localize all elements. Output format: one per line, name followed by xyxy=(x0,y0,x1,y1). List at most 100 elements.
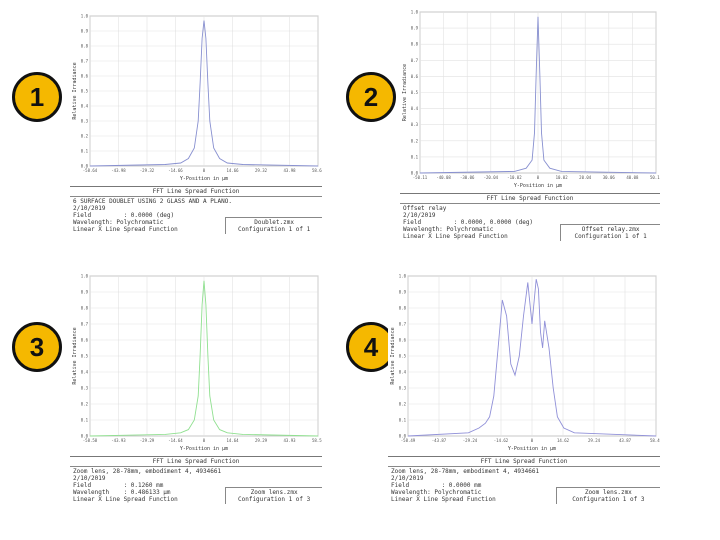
y-tick-label: 0.7 xyxy=(81,59,89,64)
y-tick-label: 0.8 xyxy=(81,44,89,49)
x-tick-label: -20.04 xyxy=(484,175,499,180)
footer-file-line: Configuration 1 of 1 xyxy=(574,233,647,240)
x-tick-label: 43.98 xyxy=(283,168,296,173)
footer-info-line: 2/10/2019 xyxy=(73,205,106,212)
x-tick-label: 30.06 xyxy=(603,175,616,180)
x-tick-label: -43.98 xyxy=(111,168,126,173)
x-tick-label: 50.11 xyxy=(650,175,660,180)
footer-info-line: 2/10/2019 xyxy=(391,475,424,482)
y-tick-label: 1.0 xyxy=(411,10,419,15)
x-tick-label: -14.64 xyxy=(168,438,183,443)
x-axis-label: Y-Position in μm xyxy=(180,446,228,452)
y-tick-label: 0.8 xyxy=(411,42,419,47)
x-tick-label: -14.62 xyxy=(494,438,509,443)
y-tick-label: 0.6 xyxy=(81,338,89,343)
y-tick-label: 0.2 xyxy=(411,138,419,143)
y-tick-label: 0.5 xyxy=(81,354,89,359)
chart-footer: FFT Line Spread Function Offset relay 2/10… xyxy=(400,193,660,241)
x-tick-label: -43.87 xyxy=(432,438,447,443)
x-tick-label: 20.04 xyxy=(579,175,592,180)
x-axis-label: Y-Position in μm xyxy=(180,176,228,182)
y-tick-label: 0.3 xyxy=(411,122,419,127)
y-tick-label: 0.3 xyxy=(81,119,89,124)
y-tick-label: 0.7 xyxy=(411,58,419,63)
x-tick-label: 29.32 xyxy=(255,168,268,173)
y-tick-label: 0.2 xyxy=(399,402,407,407)
chart-panel-1: 1.0 0.9 0.8 0.7 0.6 0.5 0.4 0.3 0.2 0.1 0.0 -58.64-… xyxy=(70,10,322,234)
x-tick-label: 58.64 xyxy=(312,168,322,173)
y-tick-label: 0.9 xyxy=(399,290,407,295)
x-tick-label: 43.87 xyxy=(619,438,632,443)
footer-file-info: Offset relay.zmx Configuration 1 of 1 xyxy=(560,224,660,241)
x-tick-label: -10.02 xyxy=(507,175,522,180)
footer-file-line: Zoom lens.zmx xyxy=(250,489,298,496)
chart-footer: FFT Line Spread Function 6 SURFACE DOUBLE… xyxy=(70,186,322,234)
y-tick-label: 0.1 xyxy=(399,418,407,423)
y-tick-label: 0.5 xyxy=(81,89,89,94)
x-tick-label: -30.06 xyxy=(460,175,475,180)
y-tick-label: 0.8 xyxy=(399,306,407,311)
badge-1: 1 xyxy=(12,72,62,122)
footer-file-info: Zoom lens.zmx Configuration 1 of 3 xyxy=(225,487,322,504)
y-tick-label: 0.4 xyxy=(81,104,89,109)
y-tick-label: 0.4 xyxy=(81,370,89,375)
chart-footer: FFT Line Spread Function Zoom lens, 28-78… xyxy=(388,456,660,504)
y-tick-label: 1.0 xyxy=(81,14,89,19)
x-axis-label: Y-Position in μm xyxy=(508,446,556,452)
x-tick-label: 58.49 xyxy=(650,438,660,443)
y-tick-label: 1.0 xyxy=(399,274,407,279)
x-axis-label: Y-Position in μm xyxy=(514,183,562,189)
footer-file-line: Configuration 1 of 3 xyxy=(572,496,645,503)
y-tick-label: 0.1 xyxy=(81,149,89,154)
footer-file-line: Doublet.zmx xyxy=(254,219,294,226)
y-tick-label: 0.4 xyxy=(411,106,419,111)
y-tick-label: 0.6 xyxy=(399,338,407,343)
y-tick-label: 0.2 xyxy=(81,402,89,407)
x-tick-label: -50.11 xyxy=(413,175,428,180)
y-tick-label: 0.6 xyxy=(81,74,89,79)
footer-info-line: 6 SURFACE DOUBLET USING 2 GLASS AND A PL… xyxy=(73,198,232,205)
footer-file-line: Offset relay.zmx xyxy=(581,226,640,233)
y-tick-label: 0.1 xyxy=(81,418,89,423)
chart-footer: FFT Line Spread Function Zoom lens, 28-78… xyxy=(70,456,322,504)
x-tick-label: -58.58 xyxy=(83,438,98,443)
chart-svg: 1.00.90.80.70.60.50.40.30.20.10.0-58.64-… xyxy=(72,14,322,183)
chart-svg: 1.00.90.80.70.60.50.40.30.20.10.0-58.49-… xyxy=(390,274,660,453)
chart-panel-4: 1.0 0.9 0.8 0.7 0.6 0.5 0.4 0.3 0.2 0.1 0.0 -58.49-… xyxy=(388,270,660,504)
chart-panel-3: 1.0 0.9 0.8 0.7 0.6 0.5 0.4 0.3 0.2 0.1 0.0 -58.58-… xyxy=(70,270,322,504)
y-tick-label: 1.0 xyxy=(81,274,89,279)
x-tick-label: 0 xyxy=(203,438,206,443)
y-axis-label: Relative Irradiance xyxy=(402,64,408,121)
x-tick-label: -40.08 xyxy=(436,175,451,180)
y-axis-label: Relative Irradiance xyxy=(390,327,396,384)
y-tick-label: 0.7 xyxy=(399,322,407,327)
y-tick-label: 0.7 xyxy=(81,322,89,327)
footer-info-line: Zoom lens, 28-78mm, embodiment 4, 493466… xyxy=(391,468,540,475)
x-tick-label: 40.08 xyxy=(626,175,639,180)
footer-file-line: Configuration 1 of 1 xyxy=(238,226,311,233)
y-tick-label: 0.2 xyxy=(81,134,89,139)
y-tick-label: 0.9 xyxy=(411,26,419,31)
y-tick-label: 0.1 xyxy=(411,154,419,159)
x-tick-label: 43.93 xyxy=(283,438,296,443)
footer-title: FFT Line Spread Function xyxy=(400,194,660,204)
x-tick-label: 29.24 xyxy=(588,438,601,443)
x-tick-label: -14.66 xyxy=(168,168,183,173)
y-tick-label: 0.9 xyxy=(81,29,89,34)
x-tick-label: -58.49 xyxy=(401,438,416,443)
footer-info-line: 2/10/2019 xyxy=(403,212,436,219)
footer-file-line: Configuration 1 of 3 xyxy=(238,496,311,503)
x-tick-label: 0 xyxy=(531,438,534,443)
y-tick-label: 0.5 xyxy=(411,90,419,95)
y-axis-label: Relative Irradiance xyxy=(72,62,78,119)
x-tick-label: -58.64 xyxy=(83,168,98,173)
chart-svg: 1.00.90.80.70.60.50.40.30.20.10.0-58.58-… xyxy=(72,274,322,453)
y-axis-label: Relative Irradiance xyxy=(72,327,78,384)
y-tick-label: 0.3 xyxy=(399,386,407,391)
x-tick-label: 14.66 xyxy=(226,168,239,173)
y-tick-label: 0.4 xyxy=(399,370,407,375)
badge-2: 2 xyxy=(346,72,396,122)
chart-svg: 1.00.90.80.70.60.50.40.30.20.10.0-50.11-… xyxy=(402,10,660,190)
x-tick-label: -29.29 xyxy=(140,438,155,443)
x-tick-label: 29.29 xyxy=(255,438,268,443)
